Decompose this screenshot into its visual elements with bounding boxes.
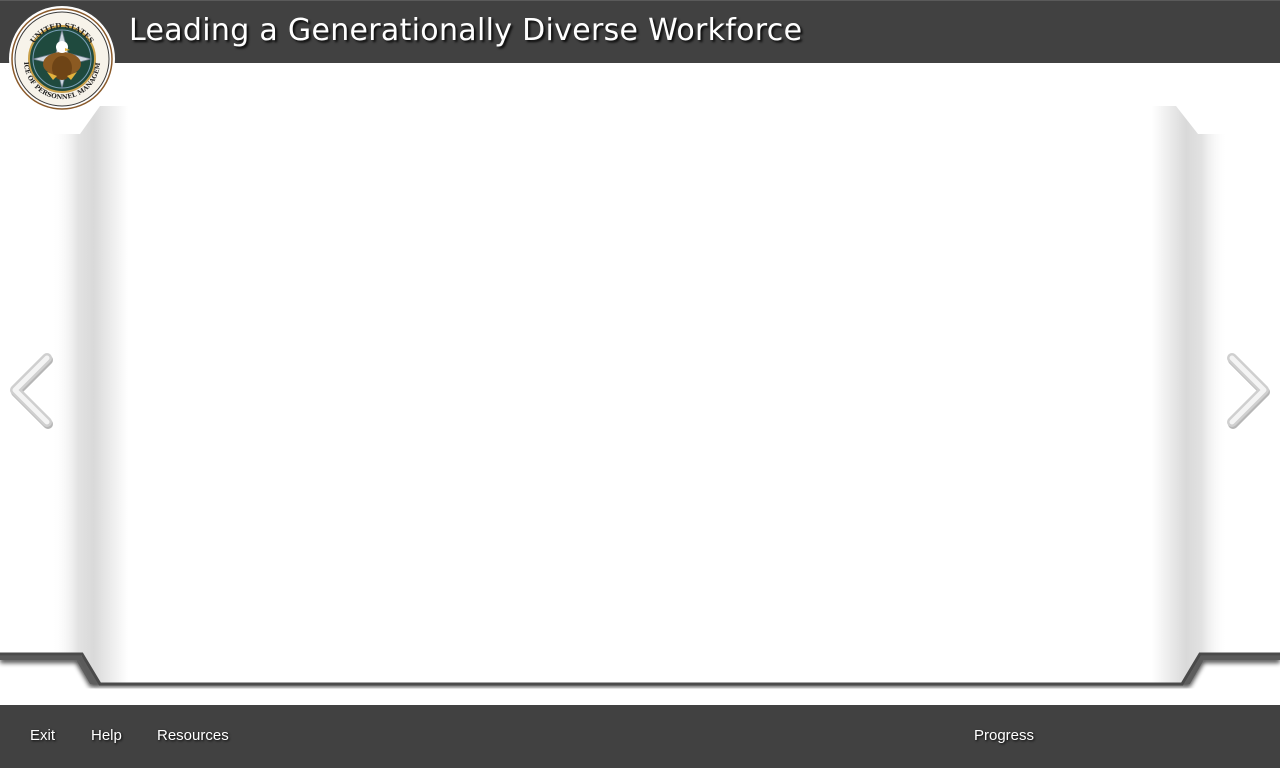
opm-seal-icon: UNITED STATES OFFICE OF PERSONNEL MANAGE… xyxy=(7,6,115,112)
chevron-right-icon xyxy=(1227,353,1270,429)
course-player: Leading a Generationally Diverse Workfor… xyxy=(0,0,1280,768)
help-button[interactable]: Help xyxy=(91,727,122,744)
chevron-left-icon xyxy=(10,353,53,429)
previous-page-button[interactable] xyxy=(5,352,53,430)
header-bar: Leading a Generationally Diverse Workfor… xyxy=(0,0,1280,63)
footer-bar: Exit Help Resources Progress xyxy=(0,705,1280,768)
course-title: Leading a Generationally Diverse Workfor… xyxy=(129,13,803,48)
content-page xyxy=(0,0,1280,705)
next-page-button[interactable] xyxy=(1226,352,1274,430)
resources-button[interactable]: Resources xyxy=(157,727,229,744)
slide-content-area xyxy=(130,110,1160,670)
progress-button[interactable]: Progress xyxy=(974,727,1034,744)
exit-button[interactable]: Exit xyxy=(30,727,55,744)
